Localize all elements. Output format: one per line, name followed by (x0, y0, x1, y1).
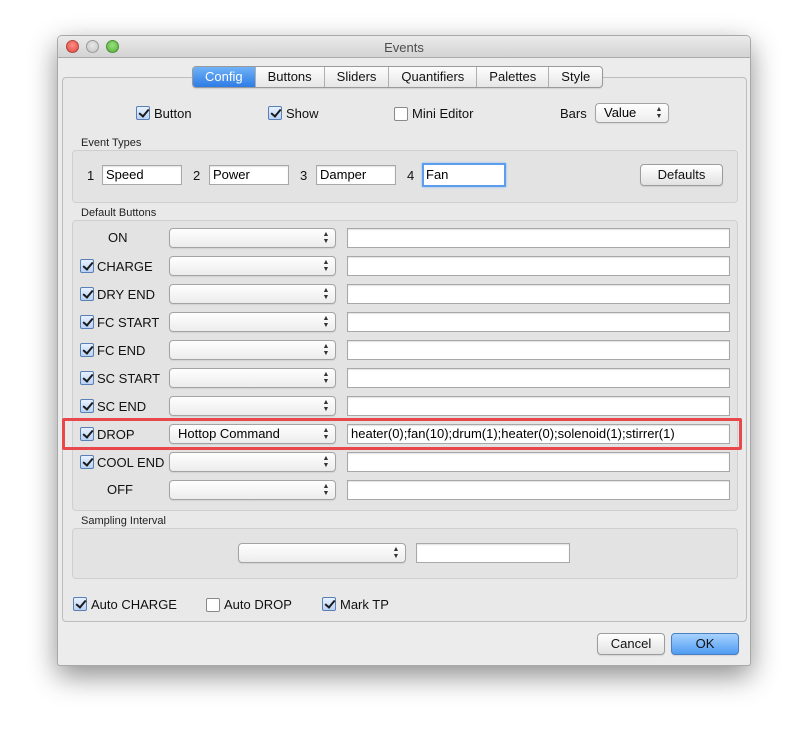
show-checkbox[interactable] (268, 106, 282, 120)
button-label: Button (154, 106, 192, 121)
charge-command-field[interactable] (347, 256, 730, 276)
tab-style[interactable]: Style (549, 67, 602, 87)
tab-buttons[interactable]: Buttons (256, 67, 325, 87)
auto-charge-checkbox[interactable] (73, 597, 87, 611)
mark-tp-label: Mark TP (340, 597, 389, 612)
sc-end-checkbox[interactable] (80, 399, 94, 413)
sampling-interval-select[interactable]: ▲ ▼ (238, 543, 406, 563)
button-checkbox[interactable] (136, 106, 150, 120)
event-type-number-3: 3 (300, 168, 308, 183)
sc-start-command-field[interactable] (347, 368, 730, 388)
on-action-select[interactable]: ▲ ▼ (169, 228, 336, 248)
off-action-select[interactable]: ▲ ▼ (169, 480, 336, 500)
dry-end-command-field[interactable] (347, 284, 730, 304)
cool-end-action-select[interactable]: ▲ ▼ (169, 452, 336, 472)
event-type-1-field[interactable]: Speed (102, 165, 182, 185)
updown-arrows-icon: ▲ ▼ (322, 399, 330, 413)
event-type-number-2: 2 (193, 168, 201, 183)
updown-arrows-icon: ▲ ▼ (655, 106, 663, 120)
window-title: Events (384, 40, 424, 55)
fc-end-checkbox[interactable] (80, 343, 94, 357)
title-bar: Events (58, 36, 750, 58)
tab-sliders[interactable]: Sliders (325, 67, 390, 87)
mini-editor-label: Mini Editor (412, 106, 474, 121)
drop-row-highlight (62, 418, 742, 450)
tab-quantifiers[interactable]: Quantifiers (389, 67, 478, 87)
row-label-fc-end: FC END (97, 343, 146, 358)
updown-arrows-icon: ▲ ▼ (322, 287, 330, 301)
updown-arrows-icon: ▲ ▼ (322, 315, 330, 329)
charge-checkbox[interactable] (80, 259, 94, 273)
sc-end-command-field[interactable] (347, 396, 730, 416)
event-types-title: Event Types (81, 137, 142, 149)
dry-end-checkbox[interactable] (80, 287, 94, 301)
charge-action-select[interactable]: ▲ ▼ (169, 256, 336, 276)
event-type-number-4: 4 (407, 168, 415, 183)
cool-end-command-field[interactable] (347, 452, 730, 472)
sc-start-action-select[interactable]: ▲ ▼ (169, 368, 336, 388)
event-type-3-field[interactable]: Damper (316, 165, 396, 185)
fc-end-command-field[interactable] (347, 340, 730, 360)
mini-editor-checkbox[interactable] (394, 107, 408, 121)
fc-start-command-field[interactable] (347, 312, 730, 332)
tab-config[interactable]: Config (193, 67, 256, 87)
updown-arrows-icon: ▲ ▼ (322, 455, 330, 469)
auto-charge-label: Auto CHARGE (91, 597, 177, 612)
row-label-charge: CHARGE (97, 259, 153, 274)
dry-end-action-select[interactable]: ▲ ▼ (169, 284, 336, 304)
updown-arrows-icon: ▲ ▼ (322, 231, 330, 245)
fc-end-action-select[interactable]: ▲ ▼ (169, 340, 336, 360)
tab-bar: Config Buttons Sliders Quantifiers Palet… (192, 66, 604, 88)
event-type-number-1: 1 (87, 168, 95, 183)
mark-tp-checkbox[interactable] (322, 597, 336, 611)
row-label-dry-end: DRY END (97, 287, 156, 302)
updown-arrows-icon: ▲ ▼ (392, 546, 400, 560)
updown-arrows-icon: ▲ ▼ (322, 343, 330, 357)
bars-select[interactable]: Value ▲ ▼ (595, 103, 669, 123)
row-label-fc-start: FC START (97, 315, 160, 330)
sc-end-action-select[interactable]: ▲ ▼ (169, 396, 336, 416)
row-label-on: ON (108, 230, 128, 245)
bars-label: Bars (560, 106, 587, 121)
fc-start-action-select[interactable]: ▲ ▼ (169, 312, 336, 332)
auto-drop-label: Auto DROP (224, 597, 292, 612)
event-type-2-field[interactable]: Power (209, 165, 289, 185)
fc-start-checkbox[interactable] (80, 315, 94, 329)
tab-palettes[interactable]: Palettes (477, 67, 550, 87)
updown-arrows-icon: ▲ ▼ (322, 483, 330, 497)
row-label-sc-end: SC END (97, 399, 147, 414)
on-command-field[interactable] (347, 228, 730, 248)
sampling-interval-field[interactable] (416, 543, 570, 563)
bars-select-value: Value (604, 105, 637, 120)
updown-arrows-icon: ▲ ▼ (322, 371, 330, 385)
off-command-field[interactable] (347, 480, 730, 500)
cool-end-checkbox[interactable] (80, 455, 94, 469)
auto-drop-checkbox[interactable] (206, 598, 220, 612)
defaults-button[interactable]: Defaults (640, 164, 723, 186)
row-label-off: OFF (107, 482, 133, 497)
updown-arrows-icon: ▲ ▼ (322, 259, 330, 273)
sampling-interval-title: Sampling Interval (81, 515, 166, 527)
cancel-button[interactable]: Cancel (597, 633, 665, 655)
ok-button[interactable]: OK (671, 633, 739, 655)
row-label-cool-end: COOL END (97, 455, 165, 470)
event-type-4-field[interactable]: Fan (422, 163, 506, 187)
default-buttons-title: Default Buttons (81, 207, 157, 219)
sc-start-checkbox[interactable] (80, 371, 94, 385)
row-label-sc-start: SC START (97, 371, 161, 386)
events-dialog: Events Config Buttons Sliders Quantifier… (57, 35, 751, 666)
show-label: Show (286, 106, 319, 121)
